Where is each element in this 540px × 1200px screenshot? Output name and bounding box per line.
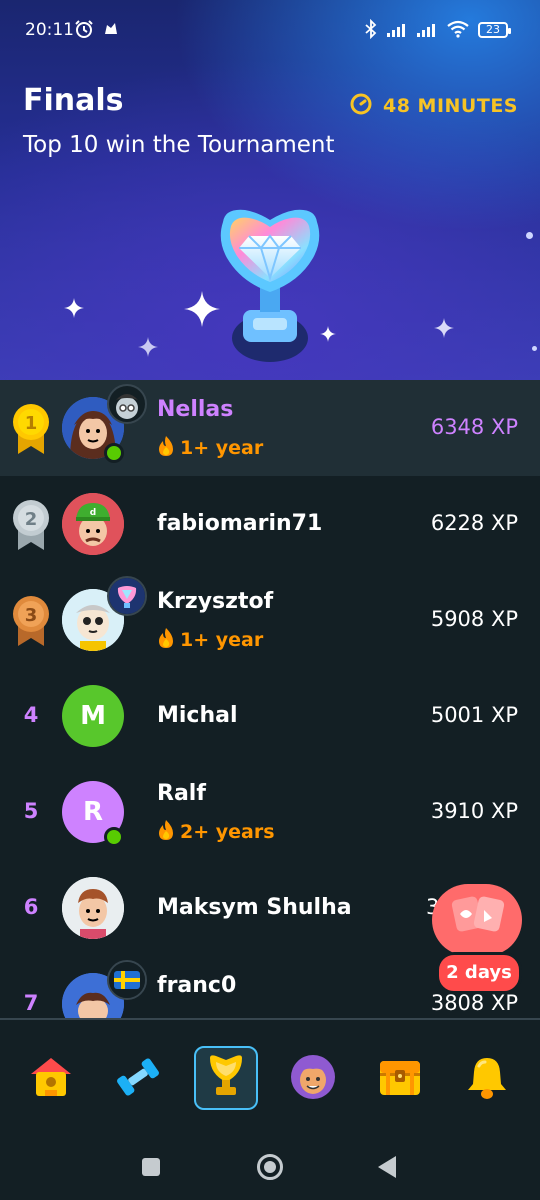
back-button[interactable] — [376, 1154, 398, 1184]
gold-medal-icon: 1 — [10, 400, 52, 456]
leaderboard-row[interactable]: 4 M Michal 5001 XP — [0, 668, 540, 764]
recent-apps-button[interactable] — [142, 1158, 160, 1176]
sweden-flag-icon — [107, 960, 147, 1000]
alarm-icon — [74, 19, 94, 43]
tournament-timer: 48 MINUTES — [349, 92, 518, 120]
nav-home[interactable] — [20, 1048, 82, 1110]
days-remaining-badge[interactable]: 2 days — [436, 952, 522, 994]
avatar[interactable]: d — [62, 493, 124, 555]
avatar-badge-icon — [107, 384, 147, 424]
diamond-trophy-badge-icon — [107, 576, 147, 616]
avatar[interactable]: M — [62, 685, 124, 747]
app-notification-icon — [102, 20, 120, 42]
timer-text: 48 MINUTES — [383, 95, 518, 117]
streak-text: 1+ year — [180, 437, 264, 459]
battery-indicator: 23 — [478, 22, 511, 38]
leaderboard-row[interactable]: 5 R Ralf 2+ years 3910 XP — [0, 764, 540, 860]
nav-leaderboard[interactable] — [194, 1046, 258, 1110]
bronze-medal-icon: 3 — [10, 592, 52, 648]
sparkle-icon — [64, 298, 84, 322]
flame-icon — [157, 627, 175, 653]
clock-icon — [349, 92, 373, 120]
leaderboard-row[interactable]: 3 Krzysztof 1+ year 5908 XP — [0, 572, 540, 668]
user-name: Michal — [157, 703, 238, 728]
signal-icon-2 — [416, 22, 438, 38]
xp-value: 6348 XP — [430, 415, 518, 439]
home-icon — [27, 1054, 75, 1104]
rank-number: 6 — [23, 895, 39, 919]
status-time: 20:11 — [25, 20, 74, 40]
xp-value: 3808 XP — [430, 991, 518, 1015]
system-navigation-bar — [0, 1130, 540, 1200]
dot-icon — [526, 232, 533, 239]
bell-icon — [465, 1054, 509, 1104]
friends-quest-bubble[interactable] — [432, 884, 522, 956]
diamond-trophy-icon — [205, 200, 335, 370]
nav-profile[interactable] — [282, 1048, 344, 1110]
page-subtitle: Top 10 win the Tournament — [23, 132, 335, 158]
wifi-icon — [446, 20, 470, 42]
rank-number: 7 — [23, 991, 39, 1015]
nav-shop[interactable] — [369, 1048, 431, 1110]
xp-value: 6228 XP — [430, 511, 518, 535]
dumbbell-icon — [114, 1054, 162, 1104]
streak-text: 1+ year — [180, 629, 264, 651]
user-name: Krzysztof — [157, 589, 274, 614]
leaderboard-row-current-user[interactable]: 1 Nellas 1+ year 6348 XP — [0, 380, 540, 476]
home-button[interactable] — [257, 1154, 283, 1180]
user-name: Ralf — [157, 781, 206, 806]
user-name: Nellas — [157, 397, 234, 422]
online-indicator — [104, 443, 124, 463]
user-name: franc0 — [157, 973, 237, 998]
status-bar: 20:11 23 — [0, 0, 540, 62]
home-button-dot — [264, 1161, 276, 1173]
flame-icon — [157, 435, 175, 461]
tournament-header: 20:11 23 Finals Top 10 win the Tournamen… — [0, 0, 540, 380]
leaderboard-row[interactable]: 2 d fabiomarin71 6228 XP — [0, 476, 540, 572]
profile-avatar-icon — [289, 1053, 337, 1105]
medal-rank-3: 3 — [25, 605, 38, 626]
online-indicator — [104, 827, 124, 847]
silver-medal-icon: 2 — [10, 496, 52, 552]
flame-icon — [157, 819, 175, 845]
friends-cards-icon — [451, 896, 505, 932]
sparkle-icon — [434, 318, 454, 342]
dot-icon — [532, 346, 537, 351]
xp-value: 3910 XP — [430, 799, 518, 823]
treasure-chest-icon — [377, 1055, 423, 1103]
user-name: fabiomarin71 — [157, 511, 323, 536]
rank-number: 5 — [23, 799, 39, 823]
rank-number: 4 — [23, 703, 39, 727]
svg-text:d: d — [90, 508, 96, 518]
streak-badge: 2+ years — [157, 819, 275, 845]
nav-practice[interactable] — [107, 1048, 169, 1110]
streak-text: 2+ years — [180, 821, 275, 843]
medal-rank-1: 1 — [25, 413, 38, 434]
page-title: Finals — [23, 83, 124, 118]
bottom-navigation — [0, 1018, 540, 1130]
trophy-icon — [206, 1054, 246, 1102]
streak-badge: 1+ year — [157, 627, 263, 653]
nav-notifications[interactable] — [456, 1048, 518, 1110]
xp-value: 5001 XP — [430, 703, 518, 727]
sparkle-icon — [138, 336, 158, 362]
streak-badge: 1+ year — [157, 435, 263, 461]
medal-rank-2: 2 — [25, 509, 38, 530]
avatar[interactable] — [62, 877, 124, 939]
signal-icon — [386, 22, 408, 38]
xp-value: 5908 XP — [430, 607, 518, 631]
bluetooth-icon — [364, 18, 378, 43]
user-name: Maksym Shulha — [157, 895, 352, 920]
